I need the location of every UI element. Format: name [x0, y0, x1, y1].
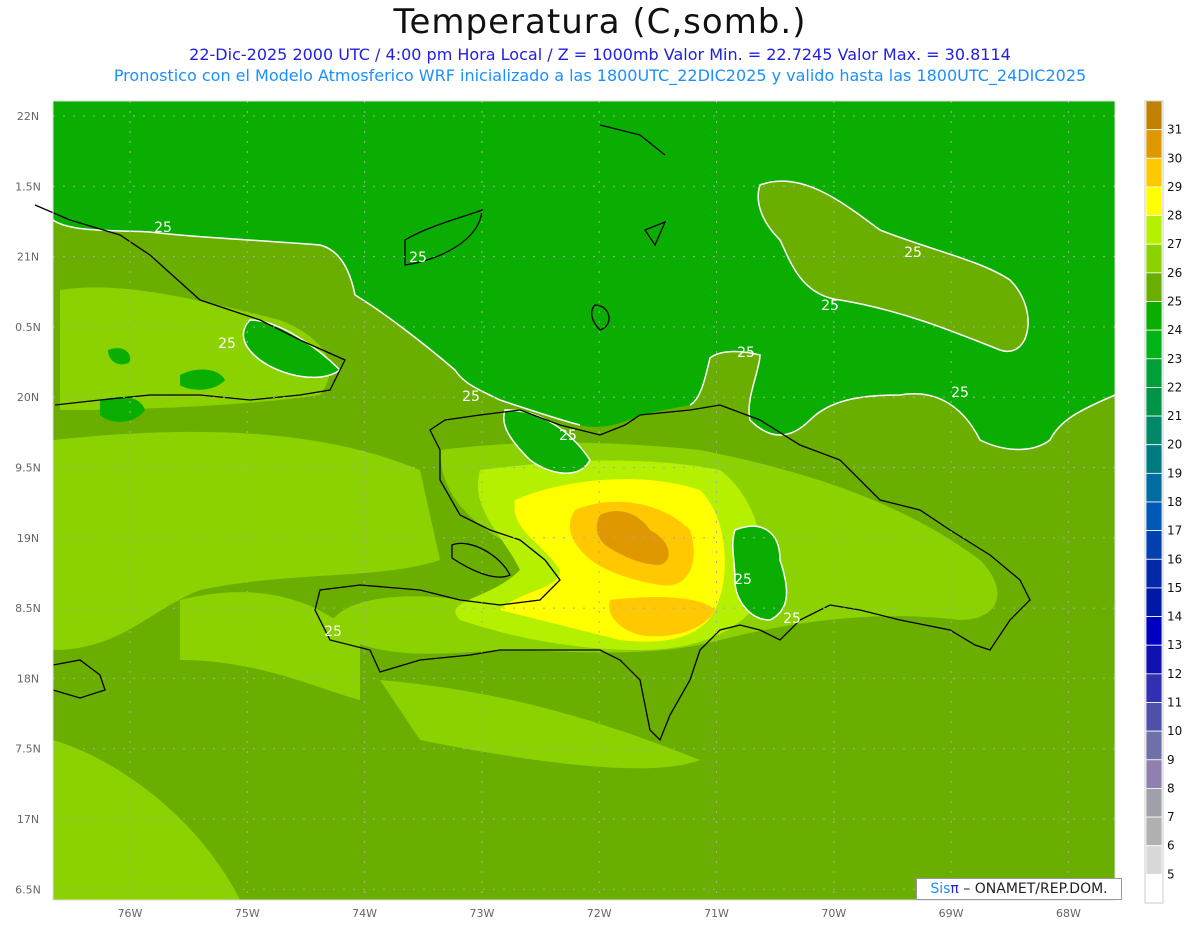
lon-label: 73W — [469, 907, 494, 920]
colorbar-swatch — [1145, 873, 1163, 904]
colorbar-swatch — [1145, 100, 1163, 131]
lat-label: 19N — [17, 532, 39, 545]
colorbar-swatch — [1145, 243, 1163, 274]
lon-label: 75W — [235, 907, 260, 920]
credit-pi: π — [950, 881, 959, 897]
colorbar-label: 9 — [1167, 753, 1175, 767]
colorbar-swatch — [1145, 816, 1163, 847]
colorbar-swatch — [1145, 329, 1163, 360]
colorbar-swatch — [1145, 272, 1163, 302]
contour-label: 25 — [734, 572, 752, 588]
colorbar-swatch — [1145, 186, 1163, 216]
lon-label: 68W — [1056, 907, 1081, 920]
contour-label: 25 — [154, 220, 172, 236]
lat-label: 0.5N — [15, 321, 41, 334]
colorbar-label: 19 — [1167, 466, 1182, 480]
lat-label: 9.5N — [15, 462, 41, 475]
lon-label: 72W — [587, 907, 612, 920]
temperature-field — [53, 101, 1115, 900]
colorbar-label: 5 — [1167, 867, 1175, 881]
colorbar-swatch — [1145, 129, 1163, 159]
colorbar-swatch — [1145, 644, 1163, 675]
colorbar-swatch — [1145, 157, 1163, 188]
contour-label: 25 — [324, 624, 342, 640]
colorbar: 31 30 29 28 27 26 25 24 23 22 21 20 19 18 17 16 15 14 13 12… — [1144, 100, 1182, 904]
colorbar-swatch — [1145, 387, 1163, 417]
lat-label: 20N — [17, 391, 39, 404]
colorbar-label: 25 — [1167, 295, 1182, 309]
colorbar-swatch — [1145, 673, 1163, 703]
colorbar-label: 16 — [1167, 552, 1182, 566]
colorbar-label: 17 — [1167, 524, 1182, 538]
lat-label: 7.5N — [15, 743, 41, 756]
colorbar-label: 21 — [1167, 409, 1182, 423]
colorbar-swatch — [1145, 501, 1163, 532]
contour-label: 25 — [737, 345, 755, 361]
colorbar-label: 29 — [1167, 180, 1182, 194]
contour-label: 25 — [409, 250, 427, 266]
colorbar-label: 24 — [1167, 323, 1182, 337]
colorbar-swatch — [1145, 616, 1163, 646]
colorbar-swatch — [1145, 788, 1163, 818]
valid-time-subtitle: 22-Dic-2025 2000 UTC / 4:00 pm Hora Loca… — [189, 45, 1011, 64]
colorbar-label: 18 — [1167, 495, 1182, 509]
colorbar-label: 15 — [1167, 581, 1182, 595]
colorbar-swatch — [1145, 558, 1163, 589]
lat-label: 22N — [17, 110, 39, 123]
lat-label: 17N — [17, 813, 39, 826]
colorbar-label: 22 — [1167, 380, 1182, 394]
lat-label: 1.5N — [15, 180, 41, 193]
lon-label: 69W — [939, 907, 964, 920]
colorbar-label: 20 — [1167, 438, 1182, 452]
colorbar-swatch — [1145, 358, 1163, 388]
colorbar-label: 30 — [1167, 151, 1182, 165]
contour-label: 25 — [821, 298, 839, 314]
contour-label: 25 — [951, 385, 969, 401]
colorbar-swatch — [1145, 759, 1163, 789]
contour-label: 25 — [783, 611, 801, 627]
colorbar-swatch — [1145, 702, 1163, 732]
lat-label: 6.5N — [15, 883, 41, 896]
colorbar-swatch — [1145, 530, 1163, 560]
lat-label: 18N — [17, 672, 39, 685]
colorbar-swatch — [1145, 845, 1163, 875]
contour-label: 25 — [904, 245, 922, 261]
colorbar-label: 31 — [1167, 123, 1182, 137]
map-title: Temperatura (C,somb.) — [393, 2, 807, 42]
colorbar-swatch — [1145, 472, 1163, 503]
colorbar-label: 14 — [1167, 610, 1182, 624]
contour-label: 25 — [462, 389, 480, 405]
credit-box: Sisπ – ONAMET/REP.DOM. — [916, 878, 1122, 900]
colorbar-label: 23 — [1167, 352, 1182, 366]
lat-label: 8.5N — [15, 602, 41, 615]
colorbar-label: 8 — [1167, 781, 1175, 795]
model-info-subtitle: Pronostico con el Modelo Atmosferico WRF… — [113, 66, 1087, 85]
colorbar-swatch — [1145, 587, 1163, 617]
credit-text: – ONAMET/REP.DOM. — [958, 881, 1108, 897]
colorbar-label: 11 — [1167, 696, 1182, 710]
colorbar-swatch — [1145, 415, 1163, 446]
lat-label: 21N — [17, 251, 39, 264]
colorbar-swatch — [1145, 301, 1163, 331]
colorbar-label: 6 — [1167, 839, 1175, 853]
contour-label: 25 — [218, 336, 236, 352]
lon-label: 76W — [118, 907, 143, 920]
colorbar-swatch — [1145, 215, 1163, 245]
temperature-map: 25 25 25 25 25 25 25 25 25 25 25 25 22N 1.5N 21N 0.5N 2… — [15, 100, 1182, 920]
colorbar-label: 26 — [1167, 266, 1182, 280]
colorbar-label: 13 — [1167, 638, 1182, 652]
lon-label: 71W — [704, 907, 729, 920]
colorbar-label: 28 — [1167, 209, 1182, 223]
colorbar-label: 27 — [1167, 237, 1182, 251]
contour-label: 25 — [559, 428, 577, 444]
colorbar-swatch — [1145, 730, 1163, 761]
colorbar-label: 10 — [1167, 724, 1182, 738]
colorbar-label: 12 — [1167, 667, 1182, 681]
lon-label: 74W — [352, 907, 377, 920]
credit-sis: Sis — [930, 881, 951, 897]
colorbar-label: 7 — [1167, 810, 1175, 824]
lon-label: 70W — [821, 907, 846, 920]
colorbar-swatch — [1145, 444, 1163, 474]
